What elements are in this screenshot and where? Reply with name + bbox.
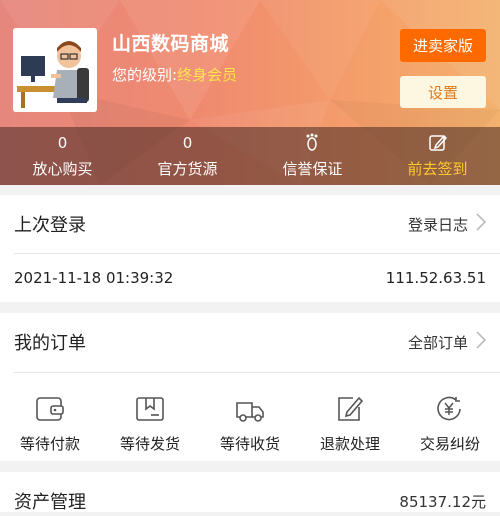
my-orders-card: 我的订单 全部订单 等待付款 等待发货 等待收货 退款处理 交易纠纷 [0,313,500,461]
divider [14,372,500,373]
stat-label: 信誉保证 [282,160,343,178]
avatar-illustration [13,28,97,112]
order-pending-payment[interactable]: 等待付款 [0,393,100,454]
stat-credit-guarantee[interactable]: 信誉保证 [250,127,375,185]
last-login-datetime: 2021-11-18 01:39:32 [14,269,174,287]
package-icon [135,393,165,425]
funds-card: 资产管理 85137.12元 [0,472,500,513]
stat-official-source[interactable]: 0 官方货源 [125,127,250,185]
stats-bar: 0 放心购买 0 官方货源 信誉保证 前去签到 [0,127,500,185]
stat-value: 0 [182,134,193,152]
order-status-label: 退款处理 [319,435,380,453]
funds-title: 资产管理 [14,492,86,513]
shop-name: 山西数码商城 [112,33,230,55]
stat-label: 前去签到 [407,160,468,178]
wallet-icon [35,393,65,425]
last-login-header: 上次登录 登录日志 [0,195,500,253]
chevron-right-icon [476,212,487,236]
funds-value: 85137.12元 [399,492,486,511]
member-level-value: 终身会员 [177,66,238,84]
all-orders-link[interactable]: 全部订单 [407,330,487,354]
order-status-label: 交易纠纷 [419,435,480,453]
truck-icon [234,393,266,425]
member-level-label: 您的级别: [112,66,178,84]
last-login-card: 上次登录 登录日志 2021-11-18 01:39:32 111.52.63.… [0,195,500,302]
stat-label: 官方货源 [157,160,218,178]
last-login-title: 上次登录 [14,215,86,236]
edit-icon [428,133,448,153]
chevron-right-icon [476,330,487,354]
order-refund[interactable]: 退款处理 [300,393,400,454]
all-orders-label: 全部订单 [407,333,468,352]
order-status-label: 等待发货 [119,435,180,453]
login-log-link[interactable]: 登录日志 [407,212,487,236]
funds-header[interactable]: 资产管理 85137.12元 [0,486,500,516]
profile-header: 山西数码商城 您的级别:终身会员 进卖家版 设置 0 放心购买 0 官方货源 信… [0,0,500,185]
settings-button[interactable]: 设置 [400,76,486,108]
stat-label: 放心购买 [32,160,93,178]
stat-value: 0 [57,134,68,152]
order-pending-receipt[interactable]: 等待收货 [200,393,300,454]
order-dispute[interactable]: 交易纠纷 [400,393,500,454]
order-status-list: 等待付款 等待发货 等待收货 退款处理 交易纠纷 [0,393,500,454]
stat-secure-purchase[interactable]: 0 放心购买 [0,127,125,185]
my-orders-header: 我的订单 全部订单 [0,313,500,371]
stat-check-in[interactable]: 前去签到 [375,127,500,185]
order-status-label: 等待收货 [219,435,280,453]
avatar[interactable] [13,28,97,112]
order-pending-shipment[interactable]: 等待发货 [100,393,200,454]
seller-version-button[interactable]: 进卖家版 [400,29,486,62]
footprint-icon [304,133,322,153]
order-status-label: 等待付款 [19,435,80,453]
refund-edit-icon [335,393,365,425]
last-login-details: 2021-11-18 01:39:32 111.52.63.51 [0,254,500,302]
my-orders-title: 我的订单 [14,333,86,354]
login-log-label: 登录日志 [407,215,468,234]
member-level: 您的级别:终身会员 [112,64,237,85]
last-login-ip: 111.52.63.51 [385,269,486,287]
yuan-dispute-icon [435,393,465,425]
